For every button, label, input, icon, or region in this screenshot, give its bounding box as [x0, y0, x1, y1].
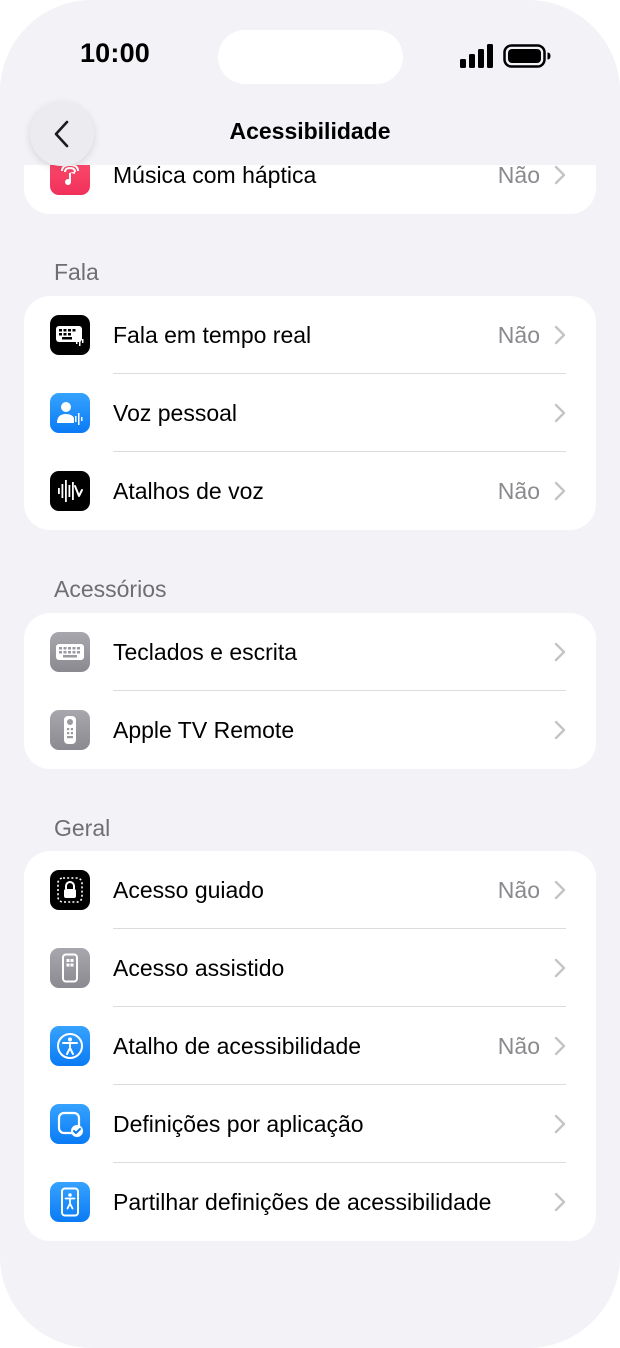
- row-guided-access[interactable]: Acesso guiado Não: [24, 851, 596, 929]
- chevron-right-icon: [554, 481, 566, 501]
- chevron-right-icon: [554, 403, 566, 423]
- chevron-right-icon: [554, 1114, 566, 1134]
- chevron-right-icon: [554, 1192, 566, 1212]
- keyboard-speech-icon: [50, 315, 90, 355]
- group-acessorios: Teclados e escrita Apple TV Remote: [24, 613, 596, 769]
- row-apple-tv-remote[interactable]: Apple TV Remote: [24, 691, 596, 769]
- row-label: Música com háptica: [113, 161, 317, 188]
- chevron-left-icon: [54, 120, 69, 148]
- share-accessibility-icon: [50, 1182, 90, 1222]
- keyboard-icon: [50, 632, 90, 672]
- waveform-icon: [50, 471, 90, 511]
- chevron-right-icon: [554, 880, 566, 900]
- row-personal-voice[interactable]: Voz pessoal: [24, 374, 596, 452]
- row-label: Partilhar definições de acessibilidade: [113, 1188, 492, 1215]
- row-label: Apple TV Remote: [113, 716, 295, 743]
- row-label: Voz pessoal: [113, 399, 238, 426]
- row-value: Não: [497, 1032, 540, 1059]
- assistive-access-icon: [50, 948, 90, 988]
- group-fala: Fala em tempo real Não Voz pessoal Atalh…: [24, 296, 596, 530]
- row-label: Acesso guiado: [113, 876, 264, 903]
- chevron-right-icon: [554, 325, 566, 345]
- row-label: Atalhos de voz: [113, 477, 264, 504]
- chevron-right-icon: [554, 165, 566, 185]
- chevron-right-icon: [554, 1036, 566, 1056]
- row-value: Não: [497, 321, 540, 348]
- guided-access-lock-icon: [50, 870, 90, 910]
- row-label: Definições por aplicação: [113, 1110, 364, 1137]
- section-header-fala: Fala: [54, 259, 99, 285]
- row-per-app-settings[interactable]: Definições por aplicação: [24, 1085, 596, 1163]
- row-assistive-access[interactable]: Acesso assistido: [24, 929, 596, 1007]
- row-value: Não: [497, 876, 540, 903]
- accessibility-icon: [50, 1026, 90, 1066]
- personal-voice-icon: [50, 393, 90, 433]
- section-header-geral: Geral: [54, 815, 111, 841]
- phone-screen: Música com háptica Não 10:00 Acessibilid…: [0, 0, 620, 1348]
- back-button[interactable]: [30, 102, 94, 166]
- row-label: Teclados e escrita: [113, 638, 298, 665]
- row-keyboards-typing[interactable]: Teclados e escrita: [24, 613, 596, 691]
- section-header-acessorios: Acessórios: [54, 576, 167, 602]
- remote-icon: [50, 710, 90, 750]
- battery-icon: [503, 44, 551, 68]
- cellular-signal-icon: [460, 44, 493, 68]
- row-label: Fala em tempo real: [113, 321, 312, 348]
- status-time: 10:00: [79, 38, 151, 68]
- app-settings-icon: [50, 1104, 90, 1144]
- chevron-right-icon: [554, 720, 566, 740]
- row-share-accessibility-settings[interactable]: Partilhar definições de acessibilidade: [24, 1163, 596, 1241]
- row-live-speech[interactable]: Fala em tempo real Não: [24, 296, 596, 374]
- row-value: Não: [497, 477, 540, 504]
- dynamic-island: [218, 30, 403, 84]
- chevron-right-icon: [554, 958, 566, 978]
- row-accessibility-shortcut[interactable]: Atalho de acessibilidade Não: [24, 1007, 596, 1085]
- chevron-right-icon: [554, 642, 566, 662]
- row-label: Atalho de acessibilidade: [113, 1032, 362, 1059]
- row-vocal-shortcuts[interactable]: Atalhos de voz Não: [24, 452, 596, 530]
- group-geral: Acesso guiado Não Acesso assistido Atalh…: [24, 851, 596, 1241]
- row-label: Acesso assistido: [113, 954, 285, 981]
- row-value: Não: [497, 161, 540, 188]
